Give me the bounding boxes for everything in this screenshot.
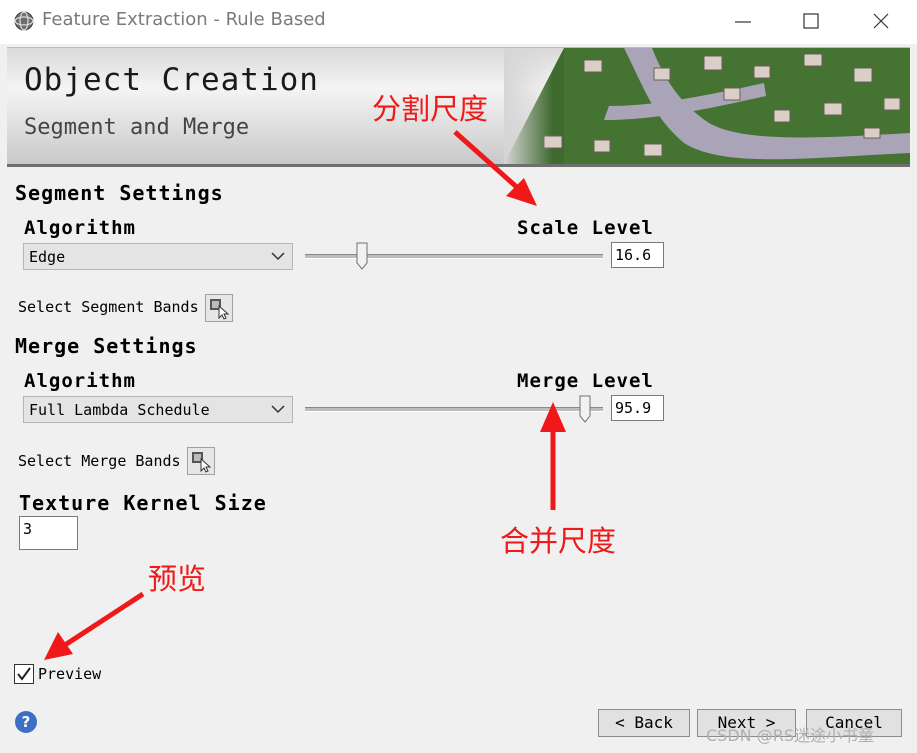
arrow-head-icon (540, 402, 566, 432)
preview-checkbox[interactable] (14, 664, 34, 684)
checkmark-icon (17, 667, 31, 681)
annotation-arrows (44, 130, 566, 660)
preview-label: Preview (38, 665, 102, 683)
watermark: CSDN @RS迷途小书童 (706, 726, 874, 745)
question-mark-icon: ? (21, 713, 31, 731)
help-button[interactable]: ? (15, 711, 37, 733)
arrow-head-icon (44, 632, 73, 660)
back-button[interactable]: < Back (598, 709, 690, 737)
